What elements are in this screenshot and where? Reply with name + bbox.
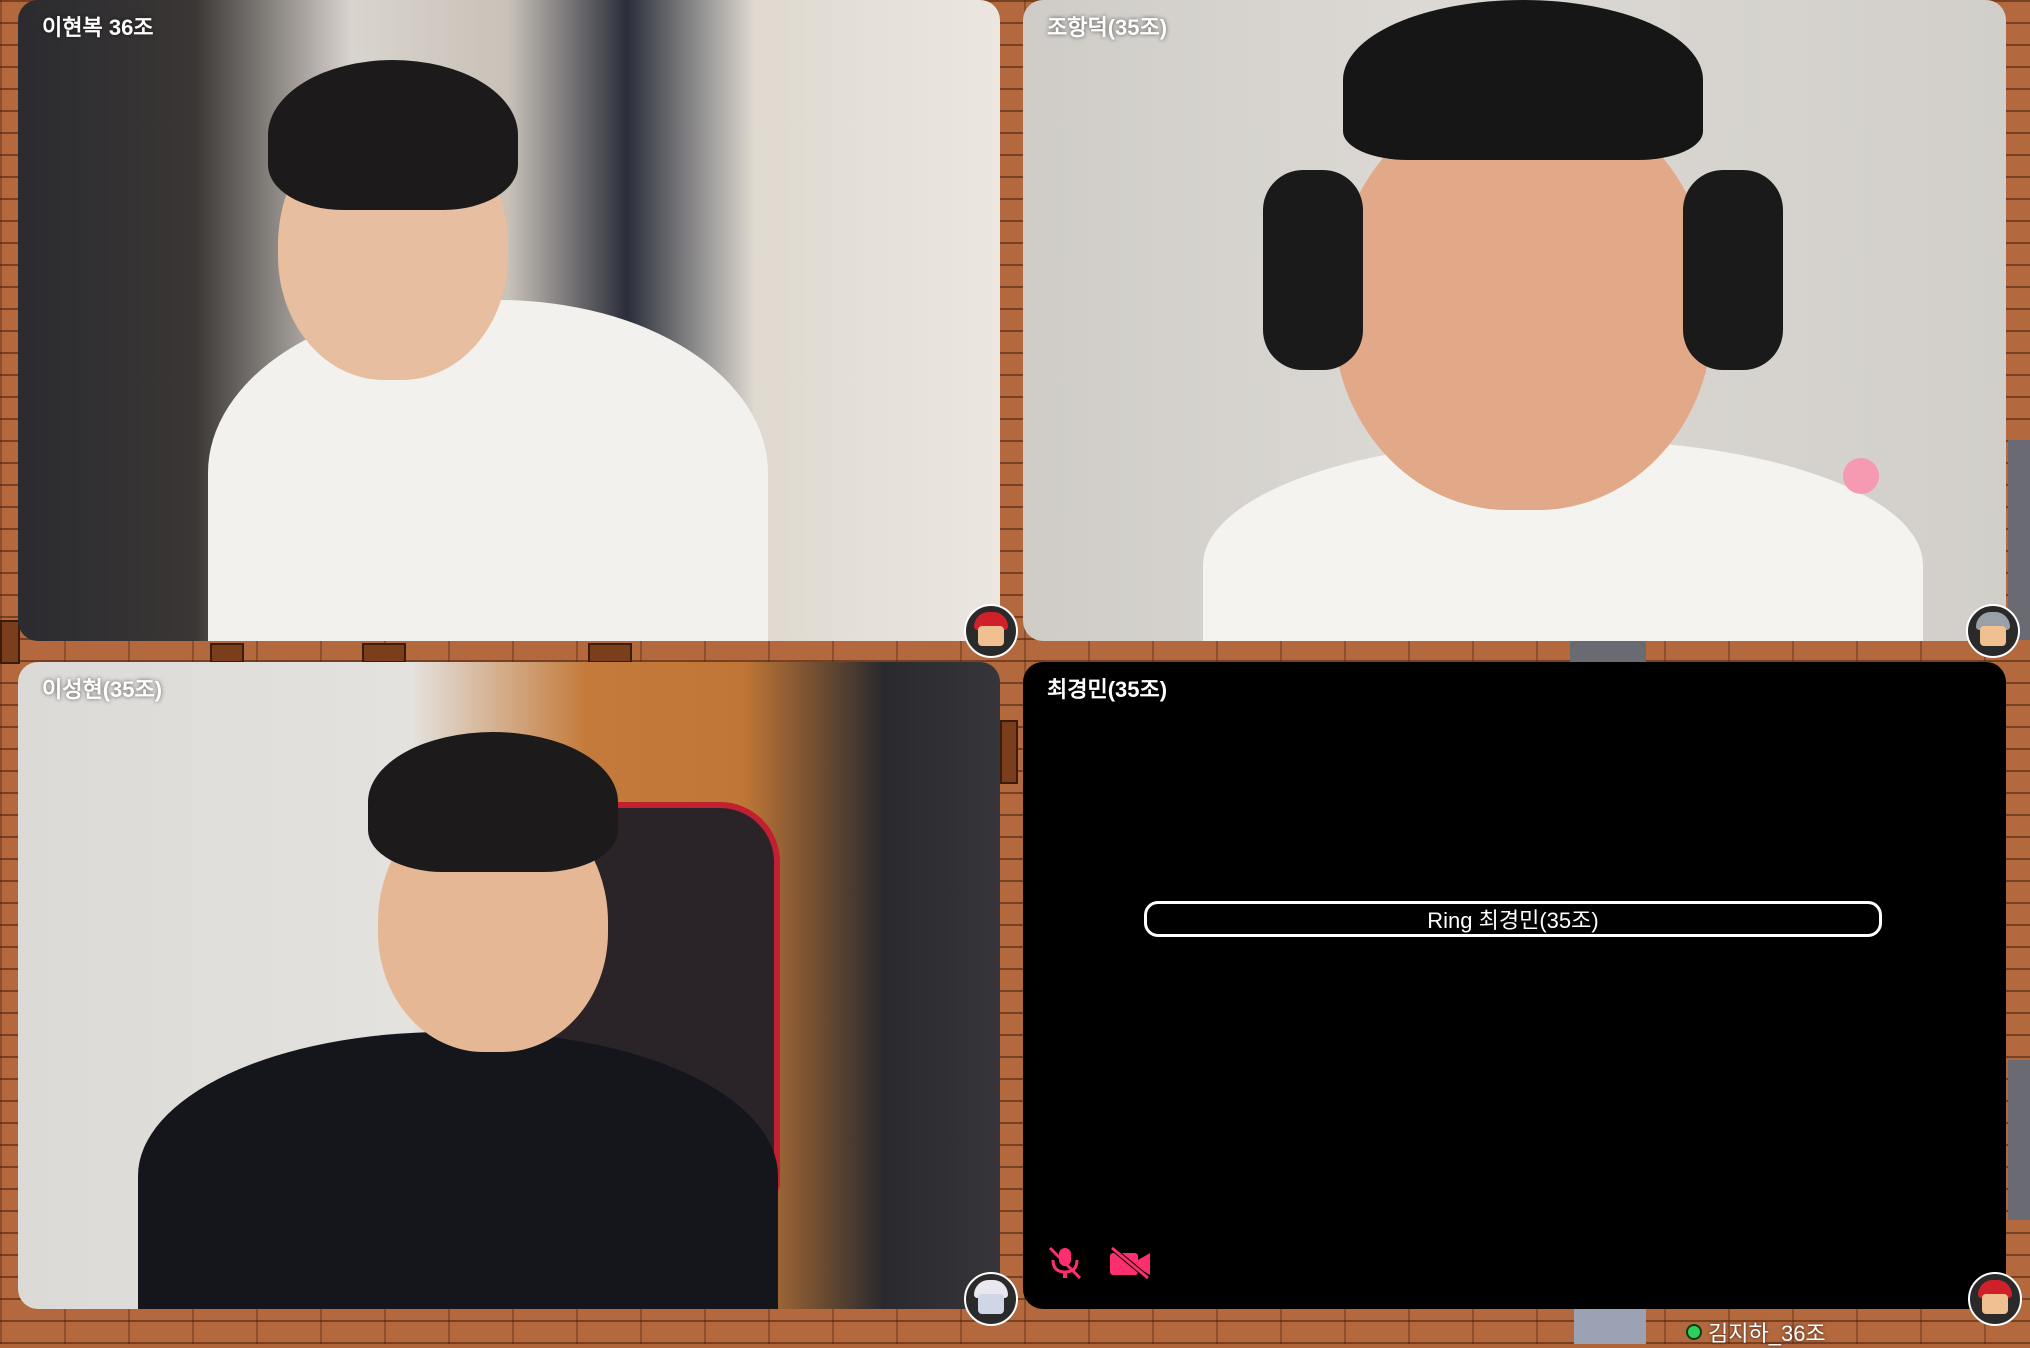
player-avatar[interactable]: [964, 1272, 1018, 1326]
participant-name: 최경민(35조): [1047, 677, 1168, 702]
participant-video: [1163, 0, 1923, 641]
video-tile[interactable]: 이성현(35조): [18, 662, 1000, 1309]
map-furniture: [588, 643, 632, 663]
player-avatar[interactable]: [1966, 604, 2020, 658]
nearby-player-name: 김지하_36조: [1708, 1321, 1826, 1346]
map-furniture: [0, 620, 20, 664]
map-wall-segment: [1570, 641, 1646, 662]
map-wall-segment: [2008, 440, 2030, 640]
map-wall-segment: [1574, 1309, 1646, 1344]
participant-video: [138, 732, 818, 1309]
mic-muted-icon: [1048, 1246, 1082, 1280]
participant-name: 조항덕(35조): [1047, 15, 1168, 40]
participant-video: [188, 40, 828, 641]
player-avatar[interactable]: [1968, 1272, 2022, 1326]
ring-label: Ring 최경민(35조): [1427, 908, 1599, 933]
online-status-icon: [1686, 1324, 1702, 1340]
video-tile[interactable]: 이현복 36조: [18, 0, 1000, 641]
ring-button[interactable]: Ring 최경민(35조): [1144, 901, 1882, 937]
camera-off-icon: [1110, 1246, 1150, 1280]
map-furniture: [1000, 720, 1018, 784]
participant-name: 이현복 36조: [42, 15, 154, 40]
video-tile[interactable]: 조항덕(35조): [1023, 0, 2006, 641]
map-furniture: [362, 643, 406, 663]
map-wall-segment: [2008, 1060, 2030, 1220]
nearby-player-tag: 김지하_36조: [1686, 1316, 1826, 1348]
map-furniture: [210, 643, 244, 663]
video-tile-camera-off[interactable]: 최경민(35조): [1023, 662, 2006, 1309]
player-avatar[interactable]: [964, 604, 1018, 658]
participant-name: 이성현(35조): [42, 677, 163, 702]
